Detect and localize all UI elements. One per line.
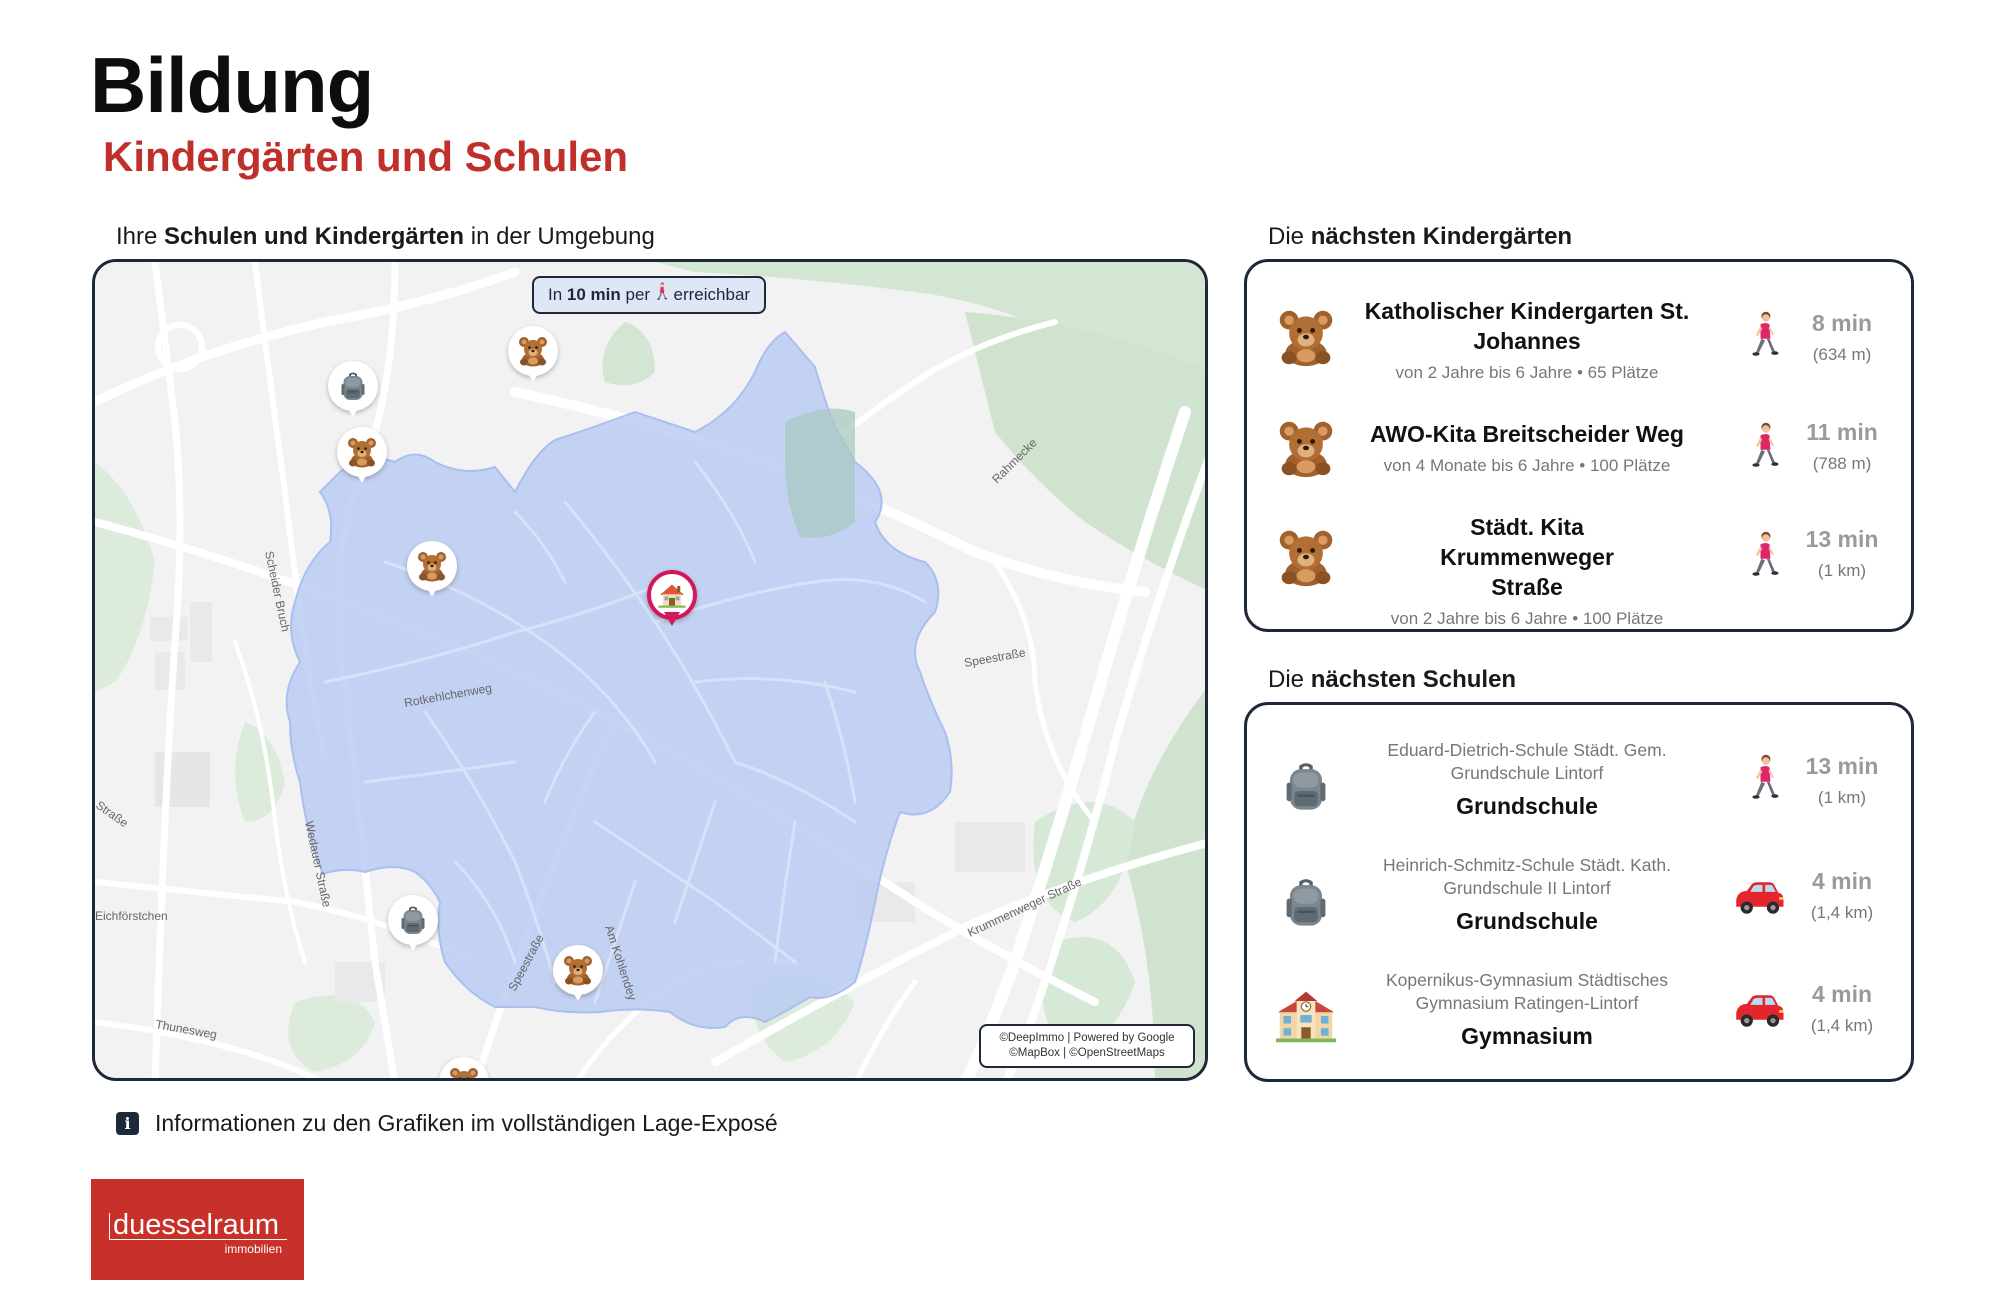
school-info: Eduard-Dietrich-Schule Städt. Gem. Grund…: [1365, 739, 1689, 820]
travel-distance: (1,4 km): [1810, 903, 1874, 922]
map-pin-kindergarten[interactable]: [553, 945, 603, 1007]
walk-icon: [1747, 310, 1783, 362]
bear-icon: [1276, 307, 1336, 367]
bear-icon: [1276, 527, 1336, 587]
logo-main-text: duesselraum: [113, 1209, 280, 1241]
map-pin-kindergarten[interactable]: [337, 427, 387, 489]
kindergarten-name: Städt. Kita Krummenweger Straße: [1440, 514, 1614, 600]
backpack-icon: [1279, 756, 1333, 816]
map-section-label: Ihre Schulen und Kindergärten in der Umg…: [116, 223, 655, 251]
info-icon: i: [116, 1112, 139, 1135]
walk-icon: [655, 281, 669, 303]
school-type: Grundschule: [1456, 908, 1598, 934]
bear-icon: [346, 436, 378, 468]
map-canvas[interactable]: Rotkehlchenweg Speestraße Scheider Bruch…: [95, 262, 1208, 1081]
kg-label-pre: Die: [1268, 223, 1311, 250]
map-label-post: in der Umgebung: [464, 223, 655, 250]
school-info: Heinrich-Schmitz-Schule Städt. Kath. Gru…: [1365, 854, 1689, 935]
map-pin-school[interactable]: [388, 895, 438, 957]
school-type: Grundschule: [1456, 793, 1598, 819]
travel-time: 4 min: [1811, 981, 1873, 1007]
brand-logo: duesselraum immobilien: [91, 1179, 304, 1280]
kindergarten-info: Katholischer Kindergarten St. Johannes v…: [1357, 296, 1697, 384]
travel-time: 4 min: [1811, 868, 1873, 894]
page-title: Bildung: [90, 41, 374, 129]
bear-icon: [416, 550, 448, 582]
school-name: Heinrich-Schmitz-Schule Städt. Kath. Gru…: [1383, 855, 1671, 898]
travel-distance: (1 km): [1817, 788, 1867, 807]
car-icon: [1731, 993, 1787, 1029]
logo-sub-text: immobilien: [224, 1242, 282, 1256]
travel-distance: (1,4 km): [1810, 1016, 1874, 1035]
badge-pre: In: [548, 285, 567, 304]
school-building-icon: [1276, 986, 1336, 1046]
map-pin-school[interactable]: [328, 361, 378, 423]
badge-bold: 10 min: [566, 285, 621, 304]
bear-icon: [517, 335, 549, 367]
travel-distance: (788 m): [1812, 454, 1872, 473]
walk-icon: [1747, 753, 1783, 805]
school-label-pre: Die: [1268, 666, 1311, 693]
map-label-bold: Schulen und Kindergärten: [164, 223, 465, 250]
street-label: Eichförstchen: [95, 909, 168, 923]
map-pin-kindergarten[interactable]: [439, 1057, 489, 1081]
map-pin-home[interactable]: [647, 570, 697, 632]
travel-time: 8 min: [1811, 310, 1873, 336]
travel-time: 13 min: [1805, 526, 1879, 552]
map-pin-kindergarten[interactable]: [508, 326, 558, 388]
bear-icon: [562, 954, 594, 986]
travel-distance: (634 m): [1812, 345, 1872, 364]
school-section-label: Die nächsten Schulen: [1268, 666, 1516, 694]
kindergarten-card: Katholischer Kindergarten St. Johannes v…: [1244, 259, 1914, 632]
page-subtitle: Kindergärten und Schulen: [103, 133, 629, 180]
kindergarten-section-label: Die nächsten Kindergärten: [1268, 223, 1572, 251]
info-note[interactable]: i Informationen zu den Grafiken im volls…: [116, 1110, 778, 1137]
badge-post-a: per: [620, 285, 655, 304]
school-name: Kopernikus-Gymnasium Städtisches Gymnasi…: [1385, 970, 1669, 1013]
kindergarten-name: Katholischer Kindergarten St. Johannes: [1364, 298, 1690, 354]
travel-time: 13 min: [1805, 753, 1879, 779]
attribution-line2: ©MapBox | ©OpenStreetMaps: [1009, 1047, 1165, 1059]
travel-distance: (1 km): [1817, 561, 1867, 580]
school-label-bold: nächsten Schulen: [1310, 666, 1517, 693]
reach-badge: In 10 min per erreichbar: [532, 276, 767, 314]
backpack-icon: [397, 904, 429, 936]
info-text: Informationen zu den Grafiken im vollstä…: [155, 1110, 778, 1136]
walk-icon: [1747, 421, 1783, 473]
kg-label-bold: nächsten Kindergärten: [1310, 223, 1573, 250]
kindergarten-details: von 2 Jahre bis 6 Jahre • 65 Plätze: [1395, 363, 1659, 382]
backpack-icon: [1279, 872, 1333, 932]
attribution-line1: ©DeepImmo | Powered by Google: [999, 1032, 1175, 1044]
badge-post-b: erreichbar: [668, 285, 751, 304]
map-view[interactable]: Rotkehlchenweg Speestraße Scheider Bruch…: [92, 259, 1208, 1081]
kindergarten-details: von 2 Jahre bis 6 Jahre • 100 Plätze: [1390, 609, 1664, 628]
kindergarten-info: AWO-Kita Breitscheider Weg von 4 Monate …: [1342, 419, 1712, 477]
map-pin-kindergarten[interactable]: [407, 541, 457, 603]
kindergarten-info: Städt. Kita Krummenweger Straße von 2 Ja…: [1357, 512, 1697, 630]
kindergarten-name: AWO-Kita Breitscheider Weg: [1370, 421, 1684, 447]
school-card: Eduard-Dietrich-Schule Städt. Gem. Grund…: [1244, 702, 1914, 1082]
school-info: Kopernikus-Gymnasium Städtisches Gymnasi…: [1357, 969, 1697, 1050]
bear-icon: [1276, 418, 1336, 478]
bear-icon: [448, 1066, 480, 1081]
map-label-pre: Ihre: [116, 223, 165, 250]
walk-icon: [1747, 530, 1783, 582]
kindergarten-details: von 4 Monate bis 6 Jahre • 100 Plätze: [1383, 456, 1671, 475]
school-type: Gymnasium: [1461, 1023, 1593, 1049]
travel-time: 11 min: [1806, 419, 1878, 445]
map-attribution: ©DeepImmo | Powered by Google ©MapBox | …: [979, 1024, 1195, 1068]
car-icon: [1731, 880, 1787, 916]
house-icon: [657, 580, 687, 610]
school-name: Eduard-Dietrich-Schule Städt. Gem. Grund…: [1387, 740, 1667, 783]
backpack-icon: [337, 370, 369, 402]
